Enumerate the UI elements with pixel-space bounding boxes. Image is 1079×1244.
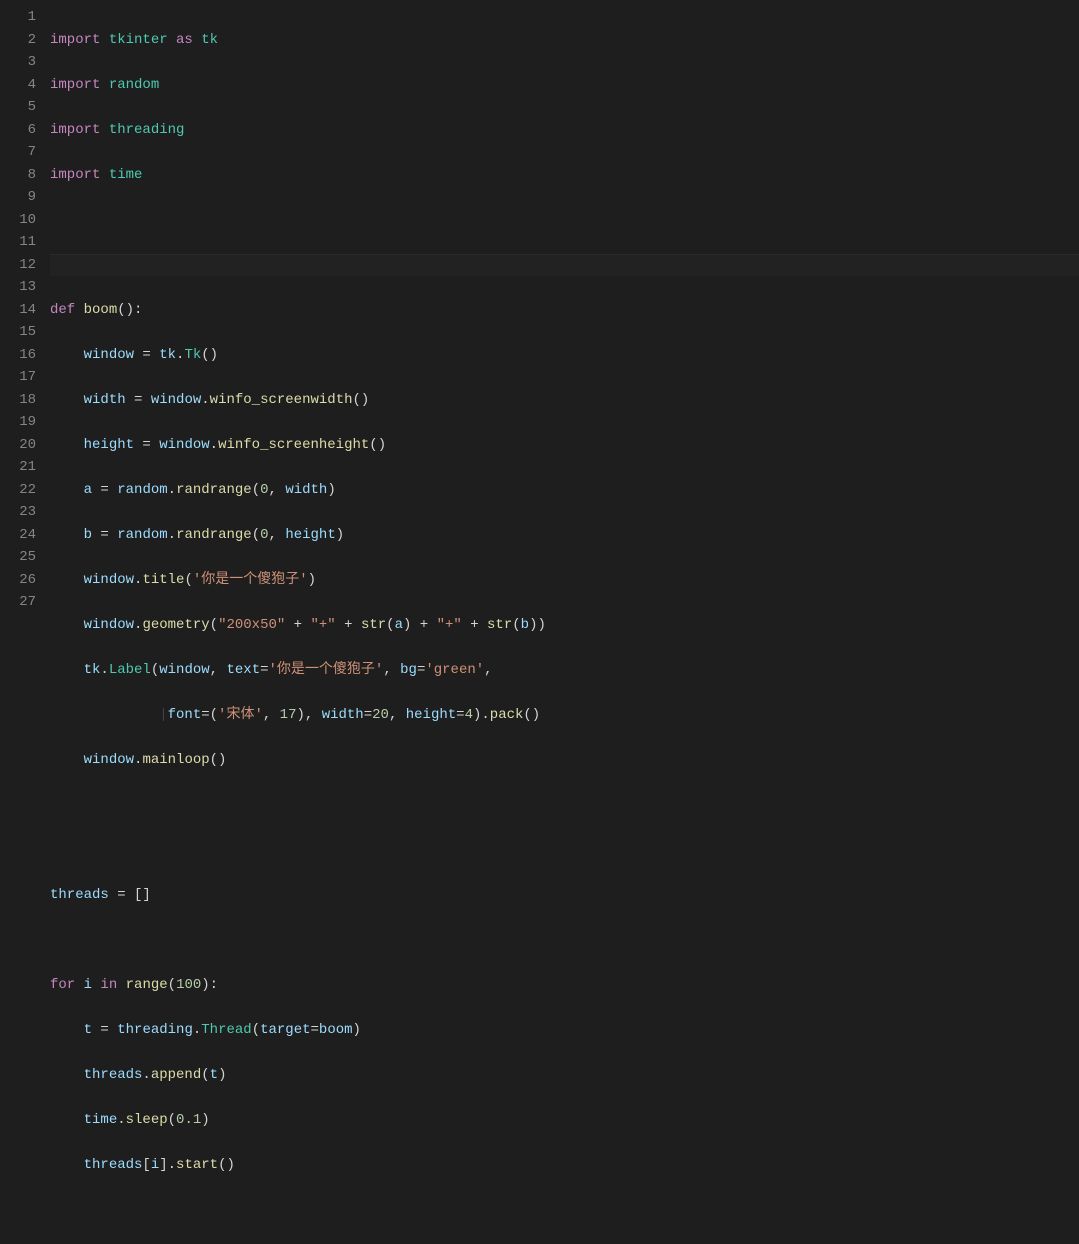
line-number: 21 — [0, 456, 36, 479]
line-number: 7 — [0, 141, 36, 164]
code-line[interactable]: t = threading.Thread(target=boom) — [50, 1019, 1079, 1042]
code-line[interactable] — [50, 929, 1079, 952]
line-number: 19 — [0, 411, 36, 434]
line-number: 14 — [0, 299, 36, 322]
code-line[interactable]: window.geometry("200x50" + "+" + str(a) … — [50, 614, 1079, 637]
line-number: 2 — [0, 29, 36, 52]
code-line[interactable]: b = random.randrange(0, height) — [50, 524, 1079, 547]
code-line[interactable] — [50, 794, 1079, 817]
line-number: 22 — [0, 479, 36, 502]
line-number: 23 — [0, 501, 36, 524]
code-editor[interactable]: import tkinter as tk import random impor… — [50, 0, 1079, 670]
code-line[interactable]: width = window.winfo_screenwidth() — [50, 389, 1079, 412]
code-line[interactable]: import tkinter as tk — [50, 29, 1079, 52]
code-line[interactable]: import random — [50, 74, 1079, 97]
code-line[interactable]: for i in range(100): — [50, 974, 1079, 997]
line-number-gutter: 1 2 3 4 5 6 7 8 9 10 11 12 13 14 15 16 1… — [0, 0, 50, 670]
code-line[interactable]: time.sleep(0.1) — [50, 1109, 1079, 1132]
line-number: 16 — [0, 344, 36, 367]
line-number: 1 — [0, 6, 36, 29]
code-line[interactable] — [50, 1199, 1079, 1222]
line-number: 11 — [0, 231, 36, 254]
code-line[interactable]: window = tk.Tk() — [50, 344, 1079, 367]
line-number: 9 — [0, 186, 36, 209]
line-number: 3 — [0, 51, 36, 74]
code-line[interactable]: |font=('宋体', 17), width=20, height=4).pa… — [50, 704, 1079, 727]
code-line[interactable]: a = random.randrange(0, width) — [50, 479, 1079, 502]
code-line[interactable] — [50, 209, 1079, 232]
line-number: 13 — [0, 276, 36, 299]
line-number: 20 — [0, 434, 36, 457]
code-line[interactable]: window.title('你是一个傻狍子') — [50, 569, 1079, 592]
code-line[interactable]: import threading — [50, 119, 1079, 142]
line-number: 25 — [0, 546, 36, 569]
line-number: 15 — [0, 321, 36, 344]
line-number: 5 — [0, 96, 36, 119]
line-number: 18 — [0, 389, 36, 412]
line-number: 6 — [0, 119, 36, 142]
line-number: 26 — [0, 569, 36, 592]
line-number: 4 — [0, 74, 36, 97]
code-line[interactable]: threads = [] — [50, 884, 1079, 907]
line-number: 12 — [0, 254, 36, 277]
line-number: 24 — [0, 524, 36, 547]
code-line[interactable]: def boom(): — [50, 299, 1079, 322]
code-line[interactable]: threads.append(t) — [50, 1064, 1079, 1087]
code-line[interactable]: import time — [50, 164, 1079, 187]
code-line[interactable]: threads[i].start() — [50, 1154, 1079, 1177]
code-line-active[interactable] — [50, 254, 1079, 277]
line-number: 8 — [0, 164, 36, 187]
line-number: 10 — [0, 209, 36, 232]
code-line[interactable] — [50, 839, 1079, 862]
line-number: 27 — [0, 591, 36, 614]
line-number: 17 — [0, 366, 36, 389]
code-line[interactable]: height = window.winfo_screenheight() — [50, 434, 1079, 457]
code-line[interactable]: window.mainloop() — [50, 749, 1079, 772]
